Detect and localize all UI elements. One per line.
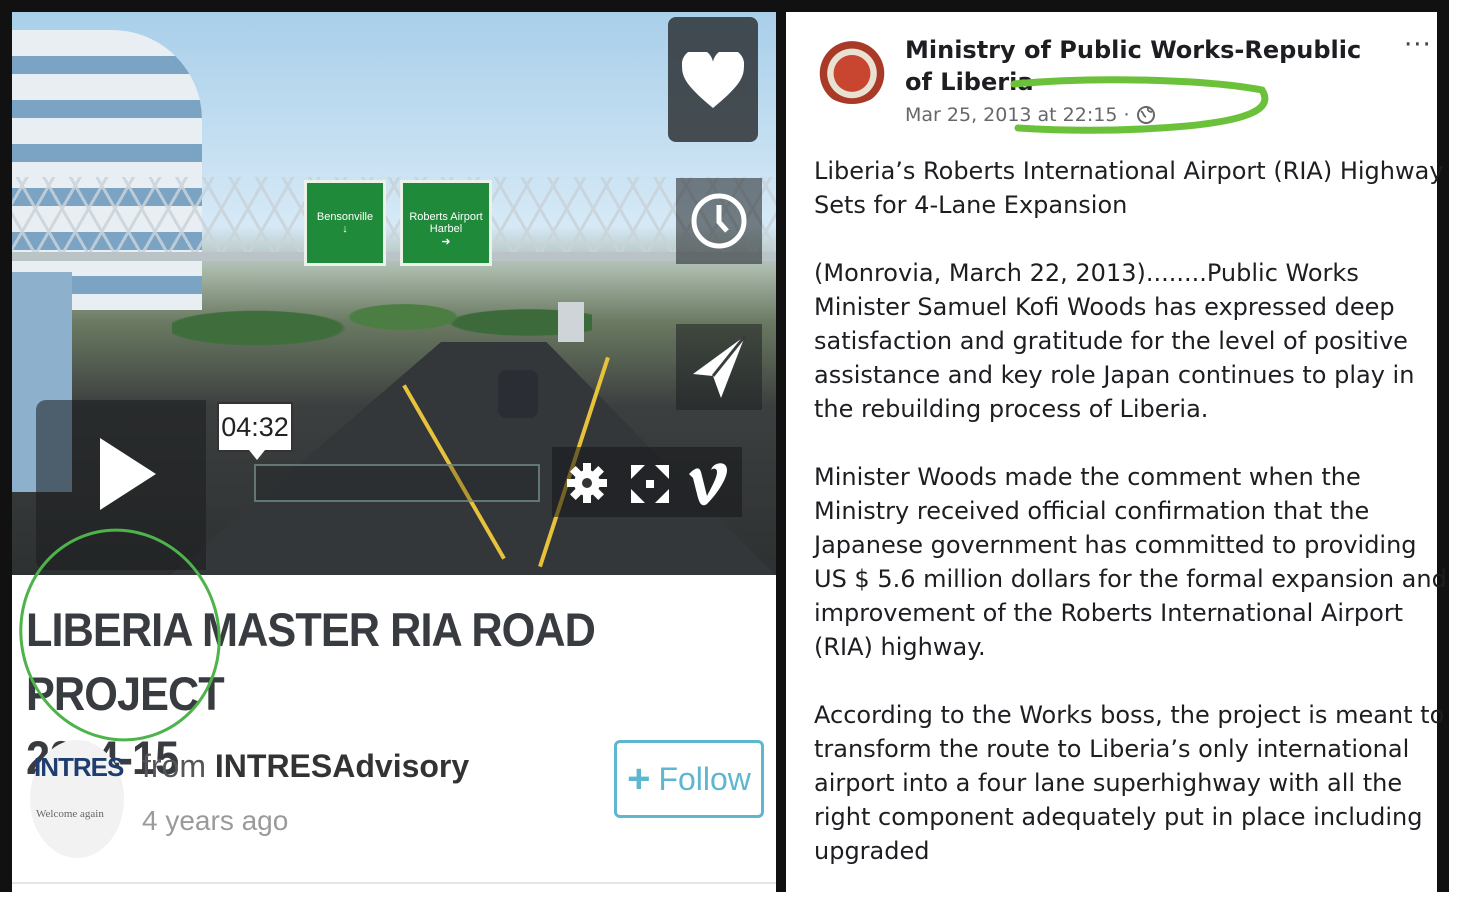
- vimeo-icon: [689, 463, 727, 506]
- video-scene-bridge: [12, 177, 776, 257]
- post-body: Liberia’s Roberts International Airport …: [814, 154, 1454, 902]
- post-date-text: Mar 25, 2013 at 22:15 ·: [905, 104, 1130, 126]
- channel-byline: from INTRESAdvisory: [142, 748, 469, 785]
- post-timestamp[interactable]: Mar 25, 2013 at 22:15 ·: [905, 104, 1156, 126]
- clock-icon: [691, 193, 747, 249]
- settings-button[interactable]: [564, 460, 610, 506]
- card-bottom-divider: [12, 882, 776, 884]
- plus-icon: +: [627, 757, 651, 801]
- time-tooltip: 04:32: [217, 402, 293, 460]
- post-paragraph: Minister Woods made the comment when the…: [814, 463, 1447, 661]
- heart-icon: [682, 51, 744, 108]
- share-button[interactable]: [676, 324, 762, 410]
- globe-icon: [1136, 106, 1155, 124]
- share-icon: [693, 335, 747, 398]
- watch-later-button[interactable]: [676, 178, 762, 264]
- video-scene-truck: [558, 302, 584, 342]
- more-options-button[interactable]: ···: [1404, 30, 1432, 60]
- follow-button[interactable]: + Follow: [614, 740, 764, 818]
- panel-divider: [776, 12, 786, 892]
- gear-icon: [567, 463, 607, 503]
- video-player[interactable]: Bensonville ↓ Roberts Airport Harbel ➜ 04:…: [12, 12, 776, 575]
- road-sign-bensonville: Bensonville ↓: [304, 180, 386, 266]
- play-button[interactable]: [92, 432, 172, 532]
- post-paragraph: (Monrovia, March 22, 2013)........Public…: [814, 259, 1415, 423]
- fullscreen-button[interactable]: [628, 462, 672, 506]
- follow-label: Follow: [658, 760, 751, 797]
- road-sign-airport: Roberts Airport Harbel ➜: [400, 180, 492, 266]
- upload-age: 4 years ago: [142, 805, 289, 836]
- progress-bar[interactable]: [254, 464, 540, 502]
- post-paragraph: Liberia’s Roberts International Airport …: [814, 157, 1444, 219]
- channel-name-link[interactable]: INTRESAdvisory: [215, 748, 469, 784]
- vimeo-button[interactable]: [684, 458, 734, 510]
- like-button[interactable]: [668, 17, 758, 142]
- page-avatar[interactable]: [814, 36, 890, 104]
- play-icon: [100, 438, 156, 510]
- channel-avatar-subtext: Welcome again: [36, 808, 104, 820]
- from-label: from: [142, 748, 206, 784]
- channel-avatar-logo: INTRES: [34, 752, 124, 782]
- fullscreen-icon: [631, 465, 669, 503]
- post-paragraph: According to the Works boss, the project…: [814, 701, 1445, 865]
- video-scene-bridge-deck: [12, 252, 776, 261]
- video-scene-car: [498, 370, 538, 418]
